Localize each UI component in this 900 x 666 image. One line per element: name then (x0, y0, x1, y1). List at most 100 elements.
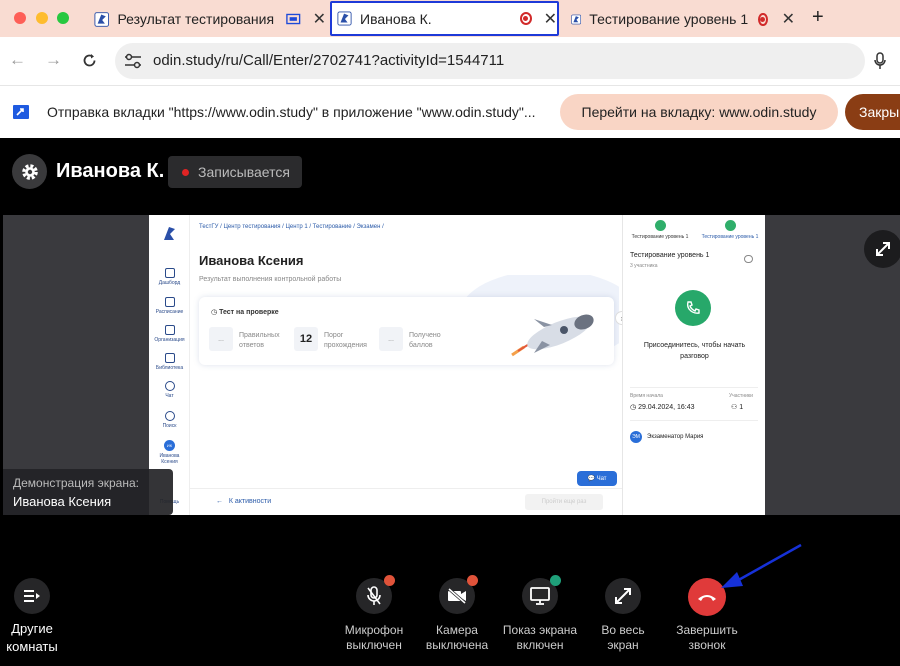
screen-share-button[interactable] (522, 575, 561, 614)
divider (630, 420, 758, 421)
microphone-button[interactable] (356, 575, 395, 614)
gear-icon (21, 163, 38, 180)
status-badge (550, 575, 561, 586)
correct-answers-label: Правильных ответов (239, 332, 280, 349)
site-settings-icon[interactable] (124, 53, 142, 69)
rocket-illustration (511, 314, 594, 357)
minimize-window-button[interactable] (36, 12, 48, 24)
expand-icon (876, 242, 890, 256)
screen-share-label: Показ экрана включен (502, 623, 578, 652)
home-icon (164, 325, 175, 335)
settings-button[interactable] (12, 154, 47, 189)
recording-icon (758, 12, 768, 26)
tab-test-result[interactable]: Результат тестирования ✕ (88, 3, 326, 35)
screen-share-owner: Иванова Ксения (13, 494, 112, 509)
retry-button[interactable]: Пройти еще раз (525, 494, 603, 510)
status-badge (467, 575, 478, 586)
panel-call-title: Тестирование уровень 1 (630, 252, 710, 259)
nav-search[interactable]: Поиск (149, 411, 190, 429)
correct-answers-value: ... (209, 327, 233, 351)
book-icon (164, 353, 175, 363)
fullscreen-label: Во весь экран (601, 623, 645, 652)
dashboard-icon (164, 268, 175, 278)
fullscreen-icon (615, 588, 631, 604)
status-text: ◷ Тест на проверке (211, 309, 279, 316)
rooms-list-icon (24, 590, 40, 602)
phone-icon (724, 220, 736, 231)
chat-icon (164, 381, 175, 391)
microphone-off-icon (367, 586, 381, 605)
camera-button[interactable] (439, 575, 478, 614)
start-time-label: Время начала (630, 393, 663, 399)
odin-favicon-icon (94, 11, 109, 27)
other-rooms-label: Другие комнаты (6, 621, 58, 654)
panel-tab-2[interactable]: Тестирование уровень 1 (695, 220, 765, 240)
back-arrow-icon[interactable]: ← (9, 50, 26, 70)
threshold-label: Порог прохождения (324, 332, 367, 349)
fullscreen-button[interactable] (605, 578, 641, 614)
nav-library[interactable]: Библиотека (149, 353, 190, 371)
nav-chat[interactable]: Чат (149, 381, 190, 399)
hang-up-icon (698, 595, 716, 601)
nav-user[interactable]: ИК Иванова Ксения (149, 440, 190, 465)
other-rooms-button[interactable] (14, 578, 50, 614)
monitor-icon (530, 587, 550, 605)
calendar-icon (164, 297, 175, 307)
share-tab-icon (13, 105, 29, 119)
join-prompt: Присоединитесь, чтобы начать разговор (643, 342, 746, 360)
page-title: Иванова Ксения (199, 253, 304, 268)
phone-icon (686, 301, 700, 314)
chat-button[interactable]: 💬 Чат (577, 471, 617, 486)
tab-close-icon[interactable]: ✕ (782, 9, 795, 29)
tab-close-icon[interactable]: ✕ (313, 9, 326, 29)
odin-favicon-icon (571, 14, 581, 24)
close-sharing-button[interactable]: Закры (845, 94, 900, 130)
nav-schedule[interactable]: Расписание (149, 297, 190, 315)
cast-icon (286, 13, 301, 25)
forward-arrow-icon[interactable]: → (45, 50, 62, 70)
score-label: Получено баллов (409, 332, 441, 349)
breadcrumb: ТестГУ / Центр тестирования / Центр 1 / … (199, 224, 384, 230)
result-card: ◷ Тест на проверке ... Правильных ответов… (199, 297, 614, 365)
tab-sharing-infobar: Отправка вкладки "https://www.odin.study… (0, 85, 900, 138)
divider (630, 387, 758, 388)
nav-organization[interactable]: Организация (149, 325, 190, 343)
reload-icon[interactable] (81, 52, 98, 69)
join-call-button[interactable] (675, 290, 711, 326)
participant-name: Иванова К. (56, 160, 165, 182)
panel-tab-1[interactable]: Тестирование уровень 1 (625, 220, 695, 240)
tab-ivanova[interactable]: Иванова К. ✕ (330, 1, 559, 36)
odin-favicon-icon (337, 11, 352, 26)
page-subtitle: Результат выполнения контрольной работы (199, 276, 342, 283)
panel-participants-count: 3 участника (630, 263, 658, 269)
microphone-icon[interactable] (874, 52, 886, 70)
call-area: Иванова К. Записывается Дашборд Расписан… (0, 138, 900, 666)
phone-icon (654, 220, 666, 231)
camera-off-icon (448, 588, 466, 604)
start-time: ◷ 29.04.2024, 16:43 (630, 404, 695, 411)
url-text: odin.study/ru/Call/Enter/2702741?activit… (153, 52, 505, 69)
maximize-window-button[interactable] (57, 12, 69, 24)
annotation-arrow (721, 543, 802, 588)
tab-testing-level[interactable]: Тестирование уровень 1 ✕ (565, 3, 795, 35)
screen-share-caption: Демонстрация экрана: Иванова Ксения (3, 469, 173, 515)
bottom-bar: ← К активности Пройти еще раз (190, 488, 622, 515)
threshold-value: 12 (294, 327, 318, 351)
tab-close-icon[interactable]: ✕ (544, 9, 557, 29)
search-icon (164, 411, 175, 421)
participants-label: Участники (729, 393, 753, 399)
call-side-panel: Тестирование уровень 1 Тестирование уров… (622, 215, 765, 515)
omnibox[interactable]: odin.study/ru/Call/Enter/2702741?activit… (115, 43, 865, 79)
panel-chat-icon[interactable] (744, 255, 753, 263)
nav-dashboard[interactable]: Дашборд (149, 268, 190, 286)
screen-share-label: Демонстрация экрана: (13, 476, 139, 490)
new-tab-button[interactable]: + (812, 6, 824, 29)
close-window-button[interactable] (14, 12, 26, 24)
status-badge (384, 575, 395, 586)
go-to-tab-button[interactable]: Перейти на вкладку: www.odin.study (560, 94, 838, 130)
tab-title: Тестирование уровень 1 (589, 11, 749, 27)
expand-button[interactable] (864, 230, 900, 268)
recording-icon (519, 12, 532, 25)
back-to-activity-link[interactable]: ← К активности (216, 498, 271, 505)
score-value: ... (379, 327, 403, 351)
